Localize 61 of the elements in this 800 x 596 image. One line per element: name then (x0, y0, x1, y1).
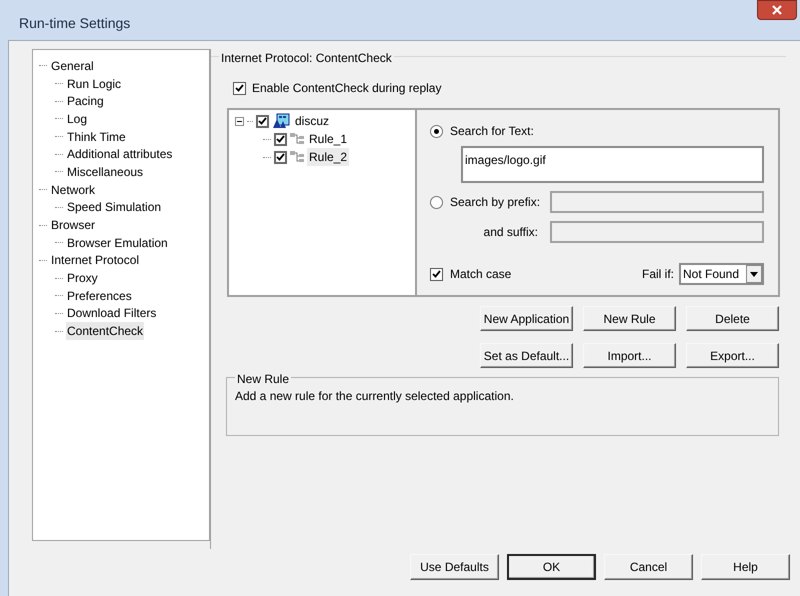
tree-item[interactable]: ContentCheck (66, 322, 144, 340)
match-case-checkbox[interactable] (430, 268, 443, 280)
action-button[interactable]: Import... (583, 343, 676, 368)
field-value: images/logo.gif (465, 153, 546, 167)
enable-checkbox[interactable] (233, 82, 246, 94)
fail-if-dropdown[interactable]: Not Found (679, 263, 764, 285)
tree-item[interactable]: Think Time (66, 128, 127, 146)
tree-checkbox[interactable] (274, 150, 287, 164)
rule-icon (290, 151, 304, 163)
checkmark-icon (276, 153, 285, 161)
dropdown-arrow-button[interactable] (746, 265, 762, 283)
tree-item[interactable]: Download Filters (66, 304, 158, 322)
radio-label: Search for Text: (450, 123, 534, 140)
tree-item[interactable]: Miscellaneous (66, 162, 144, 181)
action-button[interactable]: Delete (686, 306, 779, 331)
checkmark-icon (258, 117, 267, 125)
tree-item[interactable]: discuz (293, 112, 332, 130)
rule-icon (290, 133, 304, 145)
tree-item[interactable]: Browser (50, 216, 96, 234)
radio-label: Search by prefix: (450, 194, 540, 211)
close-button[interactable] (757, 0, 797, 20)
dialog-button[interactable]: Use Defaults (410, 554, 499, 580)
dialog-button[interactable]: Cancel (604, 554, 693, 580)
action-button[interactable]: Export... (686, 343, 779, 368)
field-label: and suffix: (482, 224, 539, 241)
tree-item[interactable]: Browser Emulation (66, 234, 169, 252)
tree-item[interactable]: Network (50, 180, 96, 199)
tree-item[interactable]: Pacing (66, 92, 105, 110)
checkmark-icon (235, 84, 244, 92)
window-title: Run-time Settings (19, 14, 130, 33)
checkmark-icon (432, 270, 441, 278)
application-icon (272, 113, 290, 129)
search-text-field[interactable]: images/logo.gif (461, 146, 764, 183)
field-label: Fail if: (642, 266, 674, 283)
tree-checkbox[interactable] (256, 114, 269, 128)
action-button[interactable]: Set as Default... (480, 343, 573, 368)
tree-item[interactable]: Rule_1 (307, 130, 350, 148)
tree-item[interactable]: Speed Simulation (66, 198, 162, 216)
checkbox-label: Enable ContentCheck during replay (252, 80, 442, 97)
checkmark-icon (276, 135, 285, 143)
tree-item[interactable]: Log (66, 110, 88, 128)
tree-item[interactable]: Run Logic (66, 74, 122, 93)
radio-button[interactable] (430, 196, 443, 208)
radio-button[interactable] (430, 124, 443, 138)
close-icon (771, 5, 783, 15)
tree-item[interactable]: Rule_2 (307, 148, 350, 166)
dialog-button[interactable]: OK (507, 554, 596, 580)
tree-item[interactable]: Additional attributes (66, 145, 174, 164)
tree-checkbox[interactable] (274, 132, 287, 146)
expander-icon[interactable] (235, 116, 244, 126)
tree-item[interactable]: General (50, 56, 95, 75)
tree-item[interactable]: Preferences (66, 286, 133, 305)
dropdown-value: Not Found (683, 266, 740, 283)
dialog-button[interactable]: Help (701, 554, 790, 580)
tree-item[interactable]: Proxy (66, 269, 99, 288)
description-text: Add a new rule for the currently selected application. (235, 388, 514, 405)
action-button[interactable]: New Application (480, 306, 573, 331)
checkbox-label: Match case (450, 266, 512, 283)
tree-item[interactable]: Internet Protocol (50, 251, 140, 270)
action-button[interactable]: New Rule (583, 306, 676, 331)
caret-icon (750, 272, 758, 276)
